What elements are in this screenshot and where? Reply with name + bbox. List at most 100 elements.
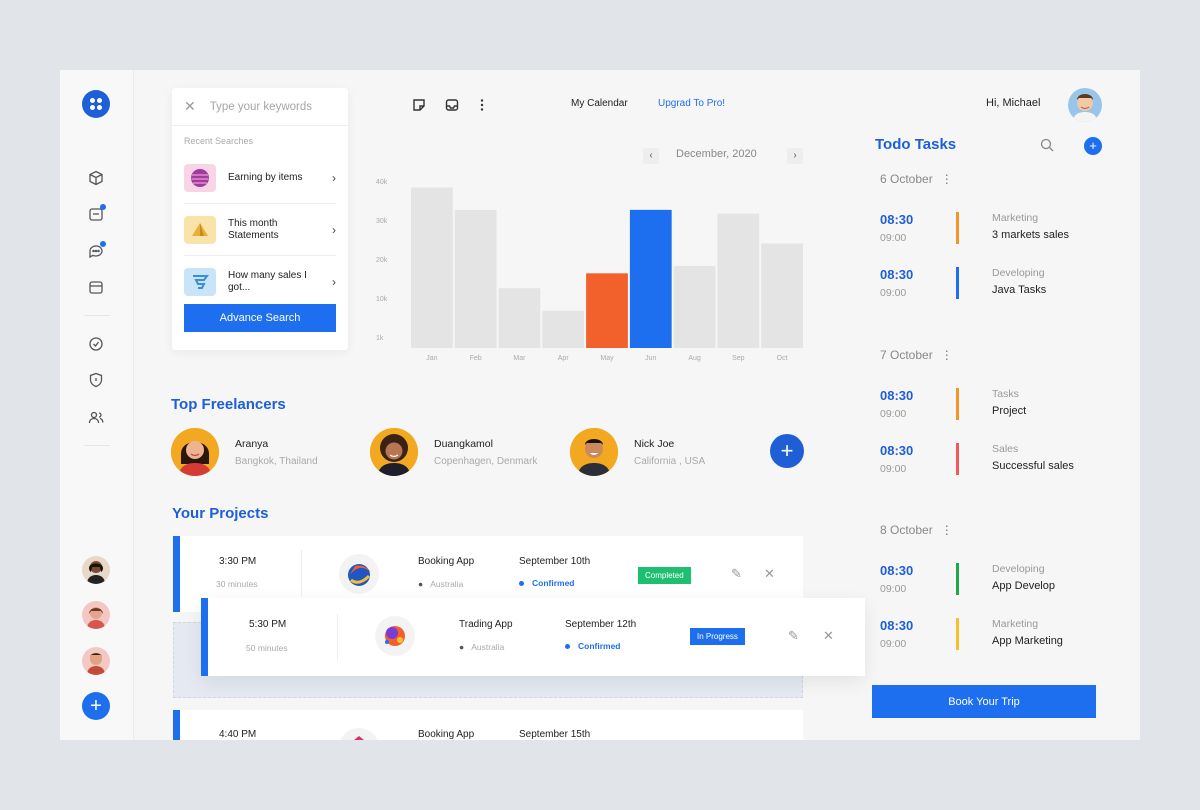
project-date: September 15th xyxy=(519,729,591,740)
task-item[interactable]: 08:30 09:00 Sales Successful sales xyxy=(880,443,1100,483)
chart-bar-may[interactable] xyxy=(586,273,628,348)
task-item[interactable]: 08:30 09:00 Developing App Develop xyxy=(880,563,1100,603)
project-location-text: Australia xyxy=(471,642,505,652)
recent-search-label: This month Statements xyxy=(228,217,279,241)
project-row-dragging[interactable]: 5:30 PM 50 minutes Trading App ● Austral… xyxy=(201,598,865,676)
freelancer-location: Copenhagen, Denmark xyxy=(434,455,538,467)
edit-icon[interactable]: ✎ xyxy=(731,566,742,582)
chat-icon[interactable] xyxy=(88,241,106,259)
users-icon[interactable] xyxy=(88,409,104,425)
day-header: 7 October ⋮ xyxy=(880,348,953,362)
freelancer-location: California , USA xyxy=(634,455,706,467)
recent-search-item[interactable]: This month Statements › xyxy=(184,204,336,256)
avatar[interactable] xyxy=(82,601,110,629)
close-icon[interactable]: ✕ xyxy=(764,566,775,582)
recent-search-item[interactable]: How many sales I got... › xyxy=(184,256,336,308)
chart-prev-button[interactable]: ‹ xyxy=(643,148,659,164)
task-end: 09:00 xyxy=(880,463,907,475)
chart-bar-aug[interactable] xyxy=(673,265,716,348)
chart-bar-sep[interactable] xyxy=(717,213,760,348)
task-title: 3 markets sales xyxy=(992,229,1070,241)
close-icon[interactable]: ✕ xyxy=(184,98,196,115)
task-start: 08:30 xyxy=(880,443,914,458)
sidebar: + xyxy=(60,70,134,740)
project-accent-bar xyxy=(173,536,180,612)
more-vertical-icon[interactable]: ⋮ xyxy=(941,172,953,186)
add-freelancer-button[interactable]: + xyxy=(770,434,804,468)
add-icon[interactable]: + xyxy=(82,692,110,720)
task-item[interactable]: 08:30 09:00 Marketing App Marketing xyxy=(880,618,1100,658)
recent-search-label: Earning by items xyxy=(228,171,303,183)
freelancer-card[interactable]: Nick Joe California , USA xyxy=(570,428,705,476)
chart-bar-jun[interactable] xyxy=(629,209,672,348)
close-icon[interactable]: ✕ xyxy=(823,628,834,644)
task-color-bar xyxy=(956,388,959,420)
tray-icon[interactable] xyxy=(445,98,459,112)
task-category: Developing xyxy=(992,267,1045,279)
check-circle-icon[interactable] xyxy=(88,336,104,352)
task-color-bar xyxy=(956,267,959,299)
recent-search-item[interactable]: Earning by items › xyxy=(184,152,336,204)
x-tick-label: Oct xyxy=(777,355,788,362)
freelancer-card[interactable]: Duangkamol Copenhagen, Denmark xyxy=(370,428,537,476)
status-badge: In Progress xyxy=(690,628,745,645)
more-vertical-icon[interactable] xyxy=(475,98,489,112)
project-location-text: Australia xyxy=(430,579,464,589)
task-start: 08:30 xyxy=(880,563,914,578)
search-icon[interactable] xyxy=(1040,138,1054,152)
book-your-trip-button[interactable]: Book Your Trip xyxy=(872,685,1096,718)
day-label: 7 October xyxy=(880,348,933,362)
task-category: Tasks xyxy=(992,388,1019,400)
edit-icon[interactable]: ✎ xyxy=(788,628,799,644)
cube-icon[interactable] xyxy=(88,170,104,186)
search-dropdown: ✕ Type your keywords Recent Searches Ear… xyxy=(172,88,348,350)
task-end: 09:00 xyxy=(880,232,907,244)
avatar[interactable] xyxy=(82,647,110,675)
task-item[interactable]: 08:30 09:00 Tasks Project xyxy=(880,388,1100,428)
chart-bar-apr[interactable] xyxy=(542,310,585,348)
freelancer-name: Aranya xyxy=(235,437,269,450)
y-tick-label: 20k xyxy=(376,257,388,264)
task-item[interactable]: 08:30 09:00 Developing Java Tasks xyxy=(880,267,1100,307)
search-input[interactable]: Type your keywords xyxy=(210,101,312,113)
chart-bar-oct[interactable] xyxy=(761,243,803,348)
chart-bar-jan[interactable] xyxy=(411,187,453,348)
task-color-bar xyxy=(956,563,959,595)
upgrade-link[interactable]: Upgrad To Pro! xyxy=(658,98,725,109)
more-vertical-icon[interactable]: ⋮ xyxy=(941,348,953,362)
y-tick-label: 40k xyxy=(376,179,388,186)
more-vertical-icon[interactable]: ⋮ xyxy=(941,523,953,537)
app-logo-icon[interactable] xyxy=(82,90,110,118)
project-name: Booking App xyxy=(418,729,475,740)
calendar-icon[interactable] xyxy=(88,279,104,295)
task-category: Marketing xyxy=(992,212,1039,224)
x-tick-label: Aug xyxy=(688,355,701,362)
inbox-icon[interactable] xyxy=(88,204,106,222)
task-item[interactable]: 08:30 09:00 Marketing 3 markets sales xyxy=(880,212,1100,252)
advance-search-button[interactable]: Advance Search xyxy=(184,304,336,332)
freelancer-location: Bangkok, Thailand xyxy=(235,455,318,467)
avatar[interactable] xyxy=(82,556,110,584)
task-end: 09:00 xyxy=(880,287,907,299)
project-status: Confirmed xyxy=(519,578,575,588)
task-title: App Marketing xyxy=(992,635,1063,647)
avatar xyxy=(570,428,618,476)
todo-panel: Todo Tasks + 6 October ⋮ 08:30 09:00 Mark… xyxy=(840,70,1140,740)
my-calendar-link[interactable]: My Calendar xyxy=(571,98,628,109)
project-location: ● Australia xyxy=(459,642,504,652)
x-tick-label: Jan xyxy=(426,355,437,362)
chart-bar-feb[interactable] xyxy=(454,209,497,348)
project-time: 3:30 PM xyxy=(219,556,257,567)
project-name: Trading App xyxy=(459,619,513,630)
add-task-button[interactable]: + xyxy=(1084,137,1102,155)
chart-next-button[interactable]: › xyxy=(787,148,803,164)
booking-app-logo-icon xyxy=(339,728,379,740)
task-end: 09:00 xyxy=(880,638,907,650)
freelancer-card[interactable]: Aranya Bangkok, Thailand xyxy=(171,428,318,476)
shield-icon[interactable] xyxy=(88,372,104,388)
sidebar-divider xyxy=(84,445,110,446)
project-row[interactable]: 4:40 PM Booking App September 15th xyxy=(173,710,803,740)
chart-bar-mar[interactable] xyxy=(498,288,541,348)
project-date: September 10th xyxy=(519,556,591,567)
note-icon[interactable] xyxy=(412,98,426,112)
